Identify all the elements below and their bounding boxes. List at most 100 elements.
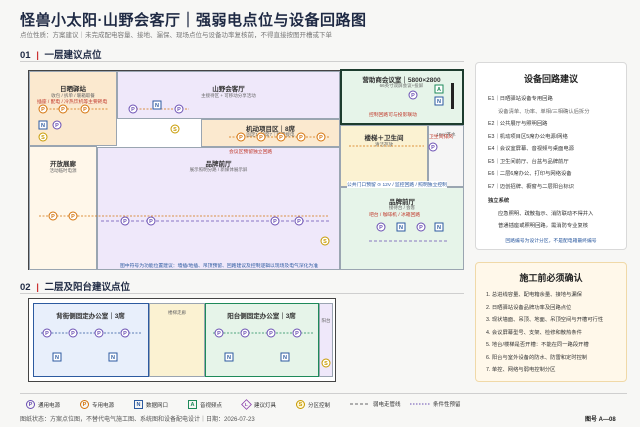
svg-text:A: A bbox=[437, 87, 441, 93]
svg-text:P: P bbox=[269, 331, 273, 337]
floor1-plan: 日晒驿站 收包 / 拆单 / 暖箱取餐 山野会客厅 主接待区 + 可移动分享活动… bbox=[28, 69, 464, 270]
svg-text:P: P bbox=[71, 214, 75, 220]
svg-text:P: P bbox=[279, 135, 283, 141]
dashed-line-icon bbox=[350, 403, 370, 405]
svg-text:N: N bbox=[111, 355, 115, 361]
svg-text:N: N bbox=[155, 103, 159, 109]
circuits-title: 设备回路建议 bbox=[523, 74, 578, 84]
annotation-project: 会议区预留独立回路 bbox=[229, 150, 273, 155]
legend-label: 通用电源 bbox=[38, 402, 61, 409]
svg-text:P: P bbox=[83, 107, 87, 113]
circuit-item: E2｜公共展厅与照明回路 bbox=[488, 121, 548, 127]
svg-text:P: P bbox=[239, 135, 243, 141]
floor1-heading-num: 01 bbox=[20, 50, 31, 61]
svg-text:P: P bbox=[177, 107, 181, 113]
checklist-item: 7. 单控、网络与弱电控制分区 bbox=[486, 367, 556, 373]
general-power-icon: P bbox=[26, 400, 35, 409]
legend-label: 专用电源 bbox=[92, 402, 115, 409]
svg-text:P: P bbox=[319, 135, 323, 141]
zone-control-icon: S bbox=[296, 400, 305, 409]
floor2-plan: 背街侧固定办公室｜3席 楼梯走廊 阳台侧固定办公室｜3席 阳台 P P P P … bbox=[28, 298, 336, 382]
legend-av-point: A 音视频点 bbox=[188, 400, 222, 409]
svg-text:P: P bbox=[431, 145, 435, 151]
data-port-icon: N bbox=[134, 400, 143, 409]
annotation-bottom: 图中符号为功能位置建议：墙插/地插、吊顶预留、回路建议及控制逻辑以现场及电气深化… bbox=[120, 264, 319, 269]
floor2-rule bbox=[20, 293, 464, 294]
circuit-sub-item: 应急照明、疏散指示、消防联动不得并入 bbox=[498, 210, 594, 217]
svg-text:P: P bbox=[259, 135, 263, 141]
svg-text:P: P bbox=[411, 93, 415, 99]
checklist-item: 5. 地台/楼梯是否开槽：不能在同一路段开槽 bbox=[486, 342, 589, 348]
checklist-item: 3. 现状墙面、吊顶、地面、吊顶空间与开槽可行性 bbox=[486, 317, 604, 323]
legend-label: 数据网口 bbox=[146, 402, 169, 409]
dotted-line-icon bbox=[410, 403, 430, 405]
circuits-sub-title: 独立系统 bbox=[488, 198, 510, 204]
svg-text:P: P bbox=[123, 219, 127, 225]
svg-text:N: N bbox=[399, 225, 403, 231]
svg-text:N: N bbox=[55, 355, 59, 361]
checklist-list: 1. 总进线容量、配电箱余量、接地与漏保 2. 日晒驿站设备品牌功率及回路点位 … bbox=[486, 289, 603, 377]
floor2-heading-text: 二层及阳台建议点位 bbox=[44, 282, 131, 293]
footer-code: 图号 A—08 bbox=[585, 417, 616, 423]
footer-status: 图纸状态：方案点位图，不替代电气施工图、系统图和设备配电设计｜日期：2026-0… bbox=[20, 417, 255, 423]
svg-text:N: N bbox=[283, 355, 287, 361]
svg-text:P: P bbox=[299, 135, 303, 141]
circuit-item: E7｜迈创招牌、橱窗与二层阳台标识 bbox=[488, 183, 574, 190]
legend-label: 弱电走管线 bbox=[373, 402, 401, 408]
checklist-title: 施工前必须确认 bbox=[519, 273, 583, 283]
annotation-stock: 卫生间排风 bbox=[429, 135, 453, 140]
svg-text:P: P bbox=[217, 331, 221, 337]
dedicated-power-icon: P bbox=[80, 400, 89, 409]
svg-text:P: P bbox=[71, 331, 75, 337]
svg-text:P: P bbox=[51, 214, 55, 220]
svg-text:P: P bbox=[41, 107, 45, 113]
legend-general-power: P 通用电源 bbox=[26, 400, 60, 409]
svg-text:P: P bbox=[297, 219, 301, 225]
checklist-panel: 施工前必须确认 1. 总进线容量、配电箱余量、接地与漏保 2. 日晒驿站设备品牌… bbox=[475, 262, 627, 382]
svg-text:P: P bbox=[55, 123, 59, 129]
svg-text:P: P bbox=[295, 331, 299, 337]
checklist-item: 2. 日晒驿站设备品牌功率及回路点位 bbox=[486, 304, 572, 311]
legend-label: 分区控制 bbox=[308, 402, 331, 409]
floor2-symbols: P P P P N N P P P P N N S bbox=[41, 328, 331, 368]
av-point-icon: A bbox=[188, 400, 197, 409]
circuit-sub-item: 普通插座或照明回路，需消防专业复核 bbox=[498, 223, 589, 229]
svg-text:N: N bbox=[41, 123, 45, 129]
page-title: 怪兽小太阳·山野会客厅｜强弱电点位与设备回路图 bbox=[20, 12, 367, 29]
svg-text:P: P bbox=[243, 331, 247, 337]
svg-text:N: N bbox=[227, 355, 231, 361]
legend-label: 建议灯具 bbox=[254, 402, 277, 409]
svg-text:S: S bbox=[324, 361, 328, 367]
svg-text:N: N bbox=[437, 225, 441, 231]
svg-text:P: P bbox=[131, 107, 135, 113]
floor1-heading: 01 | 一层建议点位 bbox=[20, 50, 102, 61]
svg-text:S: S bbox=[173, 127, 177, 133]
legend-label: 条件性预留 bbox=[433, 402, 461, 408]
circuits-list: E1｜日晒驿站设备专用回路 设备清单、功率、单相/三相确认后拆分 E2｜公共展厅… bbox=[488, 93, 593, 233]
circuits-note: 回路编号为设计分区，不是配电箱最终编号 bbox=[505, 239, 597, 244]
checklist-item: 1. 总进线容量、配电箱余量、接地与漏保 bbox=[486, 292, 582, 298]
floor1-rule bbox=[20, 61, 464, 62]
light-icon: L bbox=[241, 399, 252, 410]
circuits-panel: 设备回路建议 E1｜日晒驿站设备专用回路 设备清单、功率、单相/三相确认后拆分 … bbox=[475, 62, 627, 250]
floor2-heading-num: 02 bbox=[20, 282, 31, 293]
floor1-heading-text: 一层建议点位 bbox=[44, 50, 102, 61]
annotation-office: 控制回路可与投影联动 bbox=[369, 113, 417, 118]
circuit-item: E4｜会议室屏幕、音视频与桌面电源 bbox=[488, 146, 574, 152]
circuit-item: 设备清单、功率、单相/三相确认后拆分 bbox=[498, 108, 590, 115]
circuit-item: E1｜日晒驿站设备专用回路 bbox=[488, 96, 553, 102]
legend-light: L 建议灯具 bbox=[241, 399, 277, 410]
page-subtitle: 点位性质：方案建议｜未完成配电容量、接地、漏保、现场点位与设备功率复核前，不得直… bbox=[20, 32, 332, 39]
svg-text:S: S bbox=[41, 135, 45, 141]
svg-text:P: P bbox=[61, 107, 65, 113]
circuit-item: E5｜卫生间前厅、台盆与品牌前厅 bbox=[488, 158, 569, 165]
legend-line-conduit: 弱电走管线 bbox=[350, 400, 401, 408]
svg-text:P: P bbox=[123, 331, 127, 337]
svg-text:P: P bbox=[273, 219, 277, 225]
legend-rule bbox=[20, 393, 627, 394]
floor2-heading: 02 | 二层及阳台建议点位 bbox=[20, 282, 131, 293]
legend-zone-control: S 分区控制 bbox=[296, 400, 330, 409]
annotation-circuit: 公共门口预留 ⊙ 12V / 监控回路 / 照明独立控制 bbox=[347, 181, 447, 188]
legend-label: 音视频点 bbox=[200, 402, 223, 409]
svg-text:N: N bbox=[437, 99, 441, 105]
